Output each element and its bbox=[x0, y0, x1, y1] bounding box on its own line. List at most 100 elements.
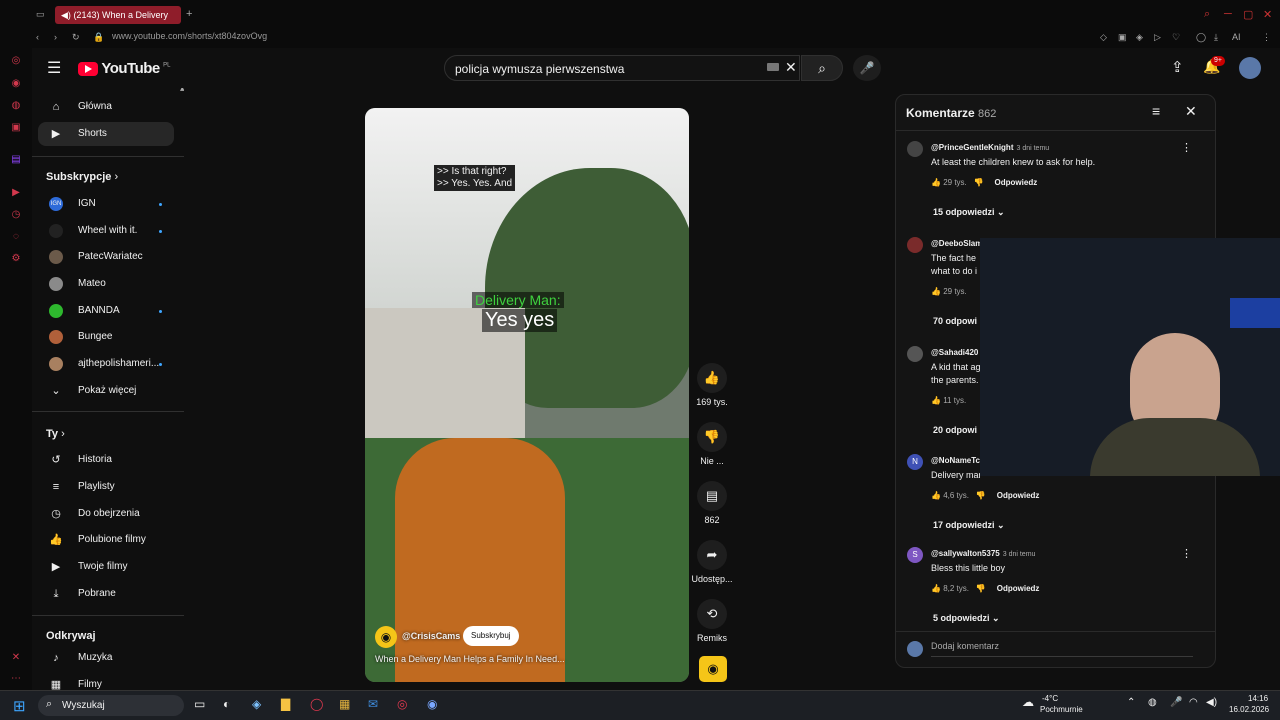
guide-item-shorts[interactable]: ▶ Shorts bbox=[38, 122, 174, 146]
tracker-icon[interactable]: ◌ bbox=[10, 231, 22, 243]
comments-button[interactable]: ▤ 862 bbox=[690, 481, 734, 525]
reload-icon[interactable]: ↻ bbox=[72, 32, 80, 43]
clear-search-icon[interactable]: ✕ bbox=[785, 59, 797, 76]
opera-sidebar-icon[interactable]: ◉ bbox=[10, 78, 22, 90]
steam-icon[interactable]: ◉ bbox=[427, 697, 437, 711]
sort-icon[interactable]: ≡ bbox=[1152, 103, 1160, 119]
copilot-icon[interactable]: ◈ bbox=[252, 697, 261, 711]
search-tabs-icon[interactable]: ⌕ bbox=[1204, 8, 1210, 21]
widgets-icon[interactable]: ◐ bbox=[223, 697, 230, 711]
youtube-logo[interactable]: YouTube PL bbox=[78, 60, 170, 78]
clock-date[interactable]: 16.02.2026 bbox=[1229, 705, 1269, 714]
thumbs-down-icon[interactable]: 👎 bbox=[973, 178, 983, 187]
wifi-icon[interactable]: ◠ bbox=[1189, 697, 1198, 708]
reply-button[interactable]: Odpowiedz bbox=[995, 178, 1038, 187]
history-icon[interactable]: ◷ bbox=[10, 209, 22, 221]
instagram-icon[interactable]: ▣ bbox=[10, 122, 22, 134]
subscriptions-header[interactable]: Subskrypcje › bbox=[46, 171, 118, 183]
ai-icon[interactable]: AI bbox=[1232, 32, 1241, 42]
bookmark-icon[interactable]: ◇ bbox=[1100, 32, 1107, 43]
channel-name[interactable]: @CrisisCams bbox=[402, 631, 460, 641]
comment-author[interactable]: @PrinceGentleKnight 3 dni temu bbox=[931, 143, 1049, 152]
subscription-item[interactable]: Wheel with it. bbox=[38, 219, 174, 243]
voice-search-button[interactable]: 🎤 bbox=[853, 55, 881, 81]
avatar[interactable]: N bbox=[907, 454, 923, 470]
dislike-button[interactable]: 👎 Nie ... bbox=[690, 422, 734, 466]
create-icon[interactable]: ⇪ bbox=[1171, 58, 1184, 76]
outlook-icon[interactable]: ✉ bbox=[368, 697, 378, 711]
clock-time[interactable]: 14:16 bbox=[1248, 694, 1268, 703]
workspaces-icon[interactable]: ▭ bbox=[36, 9, 45, 20]
thumbs-down-icon[interactable]: 👎 bbox=[976, 491, 986, 500]
microphone-icon[interactable]: 🎤 bbox=[1170, 697, 1182, 708]
comment-author[interactable]: @sallywalton5375 3 dni temu bbox=[931, 549, 1035, 558]
guide-item-history[interactable]: ↺ Historia bbox=[38, 448, 174, 472]
avatar[interactable] bbox=[907, 141, 923, 157]
guide-item-home[interactable]: ⌂ Główna bbox=[38, 95, 174, 119]
replies-toggle[interactable]: 70 odpowi bbox=[933, 316, 977, 326]
show-more-button[interactable]: ⌄ Pokaż więcej bbox=[38, 379, 174, 403]
avatar[interactable]: S bbox=[907, 547, 923, 563]
opera-sidebar-icon[interactable]: ✕ bbox=[10, 652, 22, 664]
settings-icon[interactable]: ⚙ bbox=[10, 253, 22, 265]
short-title[interactable]: When a Delivery Man Helps a Family In Ne… bbox=[375, 654, 565, 664]
subscription-item[interactable]: ajthepolishameri... bbox=[38, 352, 174, 376]
subscription-item[interactable]: IGN IGN bbox=[38, 192, 174, 216]
subscription-item[interactable]: Mateo bbox=[38, 272, 174, 296]
shorts-player[interactable]: >> Is that right? >> Yes. Yes. And Deliv… bbox=[365, 108, 689, 682]
guide-item-downloads[interactable]: ⤓ Pobrane bbox=[38, 582, 174, 606]
windows-start-icon[interactable]: ⊞ bbox=[13, 697, 26, 715]
replies-toggle[interactable]: 5 odpowiedzi ⌄ bbox=[933, 613, 1000, 624]
twitch-icon[interactable]: ▤ bbox=[10, 154, 22, 166]
reply-button[interactable]: Odpowiedz bbox=[997, 491, 1040, 500]
thumbs-up-icon[interactable]: 👍 bbox=[931, 287, 941, 296]
scroll-up-icon[interactable]: ▴ bbox=[180, 88, 184, 94]
guide-item-playlists[interactable]: ≡ Playlisty bbox=[38, 475, 174, 499]
thumbs-down-icon[interactable]: 👎 bbox=[976, 584, 986, 593]
browser-tab[interactable]: ◀) (2143) When a Delivery bbox=[55, 6, 181, 24]
forward-icon[interactable]: › bbox=[54, 32, 57, 42]
download-icon[interactable]: ⤓ bbox=[1214, 32, 1218, 43]
volume-icon[interactable]: ◀) bbox=[1206, 697, 1217, 708]
menu-icon[interactable]: ⋮ bbox=[1262, 32, 1271, 43]
thumbs-up-icon[interactable]: 👍 bbox=[931, 491, 941, 500]
subscription-item[interactable]: BANNDA bbox=[38, 299, 174, 323]
shield-icon[interactable]: ◈ bbox=[1136, 32, 1143, 43]
account-icon[interactable]: ◯ bbox=[1196, 32, 1206, 43]
more-options-icon[interactable]: ⋮ bbox=[1181, 141, 1192, 154]
more-options-icon[interactable]: ⋮ bbox=[1181, 547, 1192, 560]
maximize-icon[interactable]: ▢ bbox=[1243, 8, 1253, 21]
minimize-icon[interactable]: ─ bbox=[1224, 8, 1232, 20]
subscription-item[interactable]: Bungee bbox=[38, 325, 174, 349]
search-input[interactable]: policja wymusza pierwszenstwa ✕ bbox=[444, 55, 800, 81]
subscribe-button[interactable]: Subskrybuj bbox=[463, 626, 519, 646]
guide-item-watch-later[interactable]: ◷ Do obejrzenia bbox=[38, 502, 174, 526]
tray-app-icon[interactable]: ◍ bbox=[1148, 697, 1157, 708]
play-icon[interactable]: ▷ bbox=[1154, 32, 1161, 43]
taskbar-search[interactable]: ⌕ Wyszukaj bbox=[38, 695, 184, 716]
opera-gx-icon[interactable]: ◯ bbox=[310, 697, 323, 711]
comment-author[interactable]: @NoNameTc bbox=[931, 456, 980, 465]
guide-item-your-videos[interactable]: ▶ Twoje filmy bbox=[38, 555, 174, 579]
replies-toggle[interactable]: 17 odpowiedzi ⌄ bbox=[933, 520, 1005, 531]
guide-item-liked[interactable]: 👍 Polubione filmy bbox=[38, 528, 174, 552]
replies-toggle[interactable]: 20 odpowi bbox=[933, 425, 977, 435]
opera-sidebar-icon[interactable]: ◎ bbox=[10, 55, 22, 67]
close-window-icon[interactable]: ✕ bbox=[1263, 8, 1272, 21]
replies-toggle[interactable]: 15 odpowiedzi ⌄ bbox=[933, 207, 1005, 218]
avatar[interactable] bbox=[907, 237, 923, 253]
avatar[interactable] bbox=[907, 346, 923, 362]
url-field[interactable]: www.youtube.com/shorts/xt804zovOvg bbox=[112, 31, 267, 41]
you-header[interactable]: Ty › bbox=[46, 428, 65, 440]
new-tab-icon[interactable]: + bbox=[186, 8, 192, 20]
heart-icon[interactable]: ♡ bbox=[1172, 32, 1180, 43]
back-icon[interactable]: ‹ bbox=[36, 32, 39, 42]
weather-icon[interactable]: ☁ bbox=[1022, 695, 1034, 709]
camera-icon[interactable]: ▣ bbox=[1118, 32, 1127, 43]
store-icon[interactable]: ▦ bbox=[339, 697, 350, 711]
channel-avatar-icon[interactable]: ◉ bbox=[375, 626, 397, 648]
reply-button[interactable]: Odpowiedz bbox=[997, 584, 1040, 593]
file-explorer-icon[interactable]: ▇ bbox=[281, 697, 290, 711]
hamburger-icon[interactable]: ☰ bbox=[47, 58, 61, 78]
thumbs-up-icon[interactable]: 👍 bbox=[931, 178, 941, 187]
